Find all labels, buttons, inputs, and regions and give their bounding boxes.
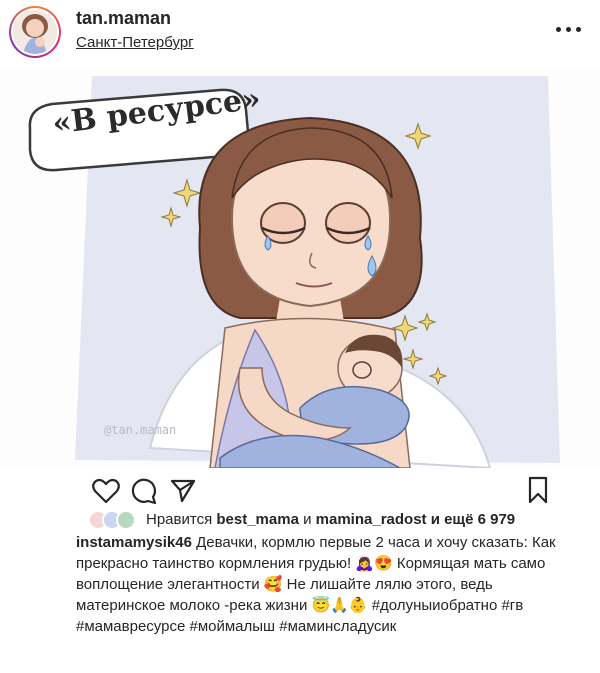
likes-conjunction: и — [303, 511, 312, 528]
liker-username-link[interactable]: best_mama — [216, 511, 299, 528]
username-link[interactable]: tan.maman — [76, 8, 171, 29]
more-options-icon[interactable] — [556, 24, 582, 36]
likes-summary: Нравится best_mama и mamina_radost и ещё… — [146, 511, 515, 528]
likes-prefix: Нравится — [146, 511, 213, 528]
liker-avatar — [116, 510, 136, 530]
location-link[interactable]: Санкт-Петербург — [76, 34, 194, 51]
liker-username-link[interactable]: mamina_radost — [316, 511, 427, 528]
post-caption: instamamysik46 Девачки, кормлю первые 2 … — [76, 532, 576, 637]
heart-icon[interactable] — [92, 478, 120, 504]
likes-count-link[interactable]: и ещё 6 979 — [431, 511, 515, 528]
comment-icon[interactable] — [130, 477, 158, 505]
share-icon[interactable] — [170, 478, 196, 504]
liker-avatars[interactable] — [88, 508, 136, 532]
avatar-illustration-icon — [13, 10, 57, 54]
post-actions — [0, 470, 600, 506]
caption-author-link[interactable]: instamamysik46 — [76, 534, 192, 551]
bookmark-icon[interactable] — [527, 476, 549, 504]
post-header: tan.maman Санкт-Петербург — [0, 0, 600, 66]
image-watermark: @tan.maman — [104, 423, 177, 437]
profile-avatar[interactable] — [9, 6, 61, 58]
post-image[interactable]: «В ресурсе» @tan.maman — [0, 68, 600, 468]
